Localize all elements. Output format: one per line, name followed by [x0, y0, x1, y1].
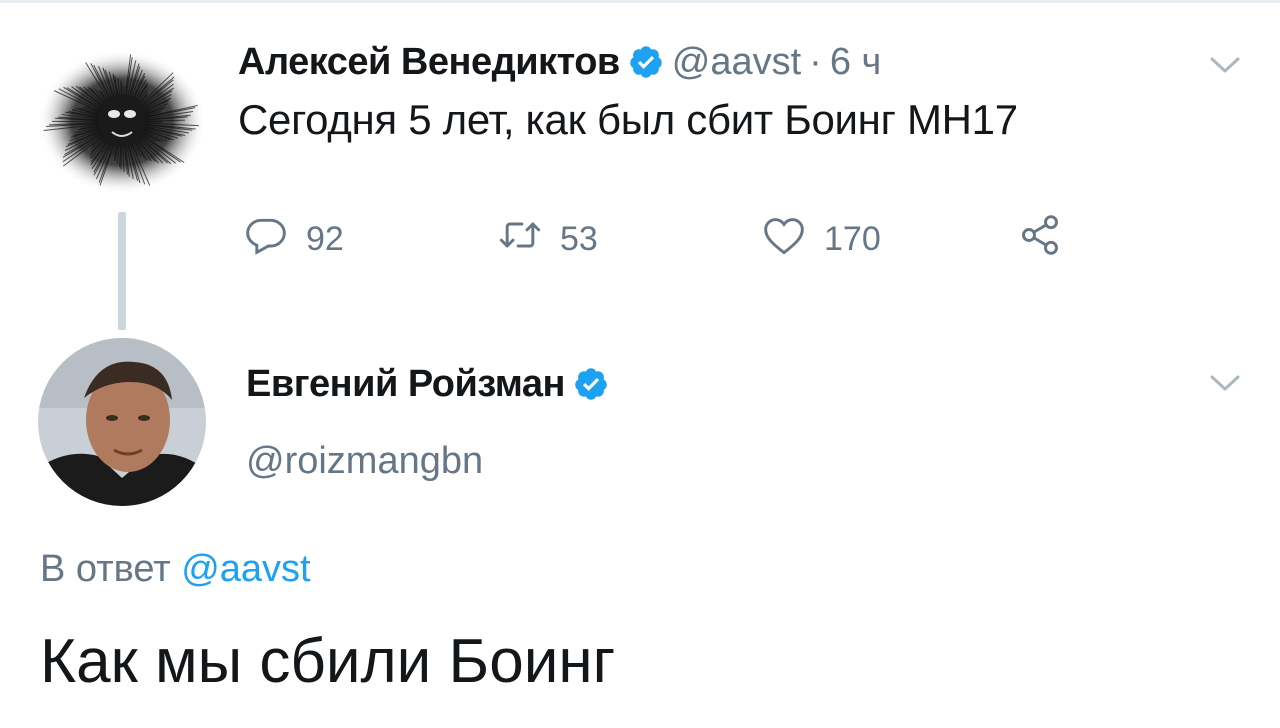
tweet1-author-name[interactable]: Алексей Венедиктов: [238, 41, 620, 84]
avatar-roizman[interactable]: [38, 338, 206, 506]
reply-prefix: В ответ: [40, 548, 171, 590]
tweet2-text: Как мы сбили Боинг: [40, 627, 616, 696]
reply-to-link[interactable]: @aavst: [181, 548, 310, 590]
like-count: 170: [824, 219, 881, 258]
tweet1-handle[interactable]: @aavst: [672, 41, 801, 84]
retweet-button[interactable]: 53: [498, 212, 598, 266]
tweet2-handle[interactable]: @roizmangbn: [246, 440, 483, 483]
avatar-image: [38, 338, 206, 506]
chevron-down-icon[interactable]: [1208, 372, 1242, 394]
share-button[interactable]: [1018, 212, 1080, 266]
avatar-venediktov[interactable]: [36, 48, 208, 196]
tweet2-author-name[interactable]: Евгений Ройзман: [246, 363, 566, 406]
share-icon: [1018, 213, 1080, 266]
avatar-image: [38, 50, 206, 194]
reply-button[interactable]: 92: [244, 212, 344, 266]
reply-icon: [244, 213, 306, 266]
reply-context: В ответ @aavst: [40, 548, 311, 591]
verified-badge-icon: [628, 44, 664, 80]
tweet2-header: Евгений Ройзман: [246, 356, 617, 412]
tweet1-text: Сегодня 5 лет, как был сбит Боинг МН17: [238, 96, 1018, 143]
thread-connector-line: [118, 212, 126, 330]
tweet1-timestamp[interactable]: 6 ч: [830, 41, 882, 84]
like-icon: [762, 213, 824, 266]
separator-dot: ·: [809, 40, 822, 83]
tweet1-header: Алексей Венедиктов @aavst · 6 ч: [238, 36, 881, 88]
retweet-count: 53: [560, 219, 598, 258]
top-divider: [0, 0, 1280, 3]
retweet-icon: [498, 213, 560, 266]
verified-badge-icon: [573, 366, 609, 402]
reply-count: 92: [306, 219, 344, 258]
chevron-down-icon[interactable]: [1208, 54, 1242, 76]
like-button[interactable]: 170: [762, 212, 881, 266]
